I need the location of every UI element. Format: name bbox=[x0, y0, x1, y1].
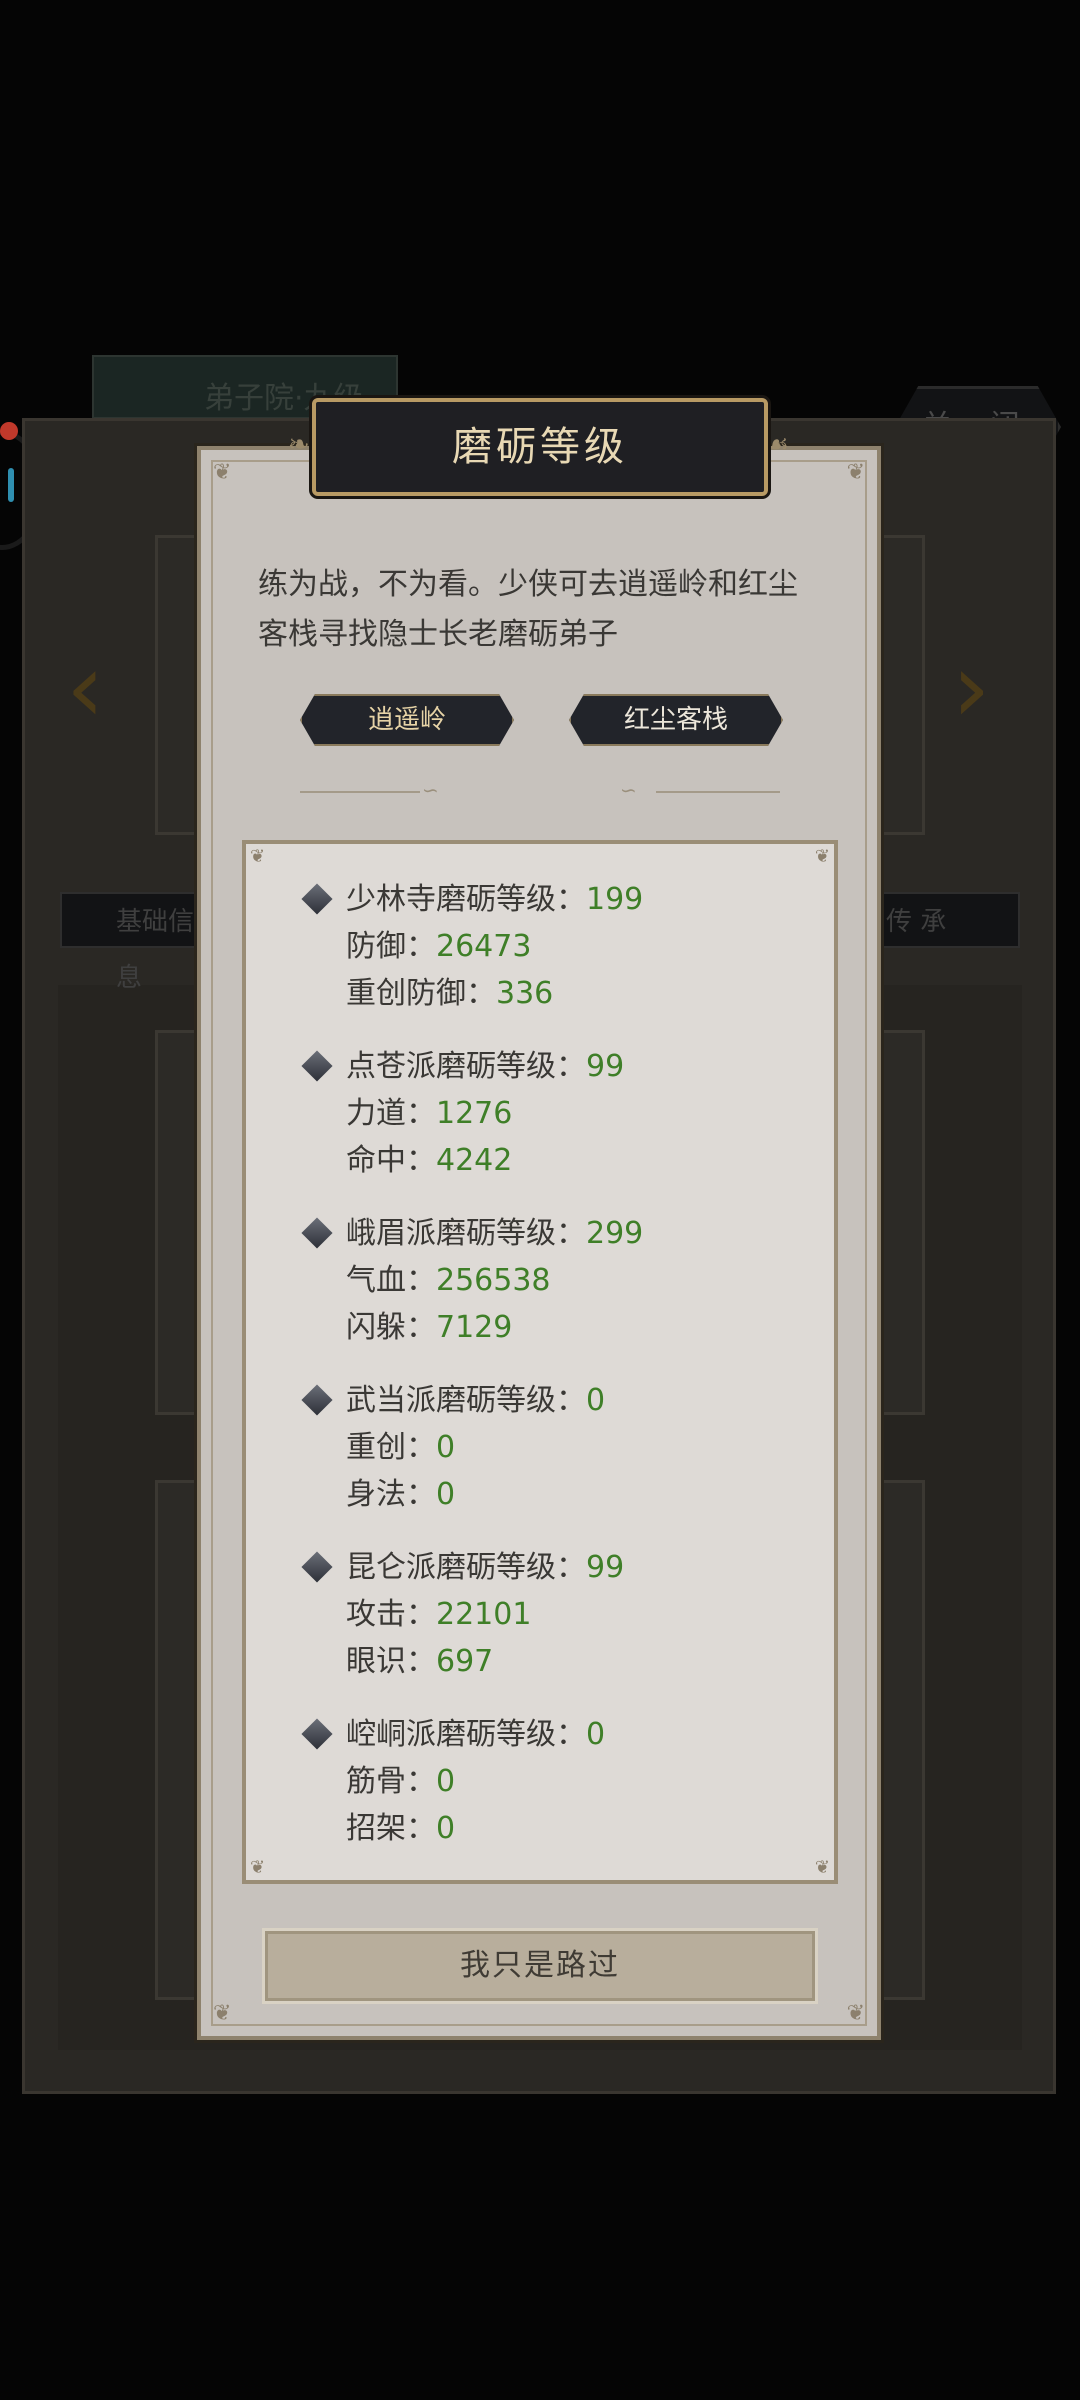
stat-value: 0 bbox=[436, 1811, 456, 1846]
stat-label: 重创： bbox=[346, 1430, 436, 1465]
stat-label: 气血： bbox=[346, 1263, 436, 1298]
notification-dot bbox=[0, 422, 18, 440]
tab-inheritance[interactable]: 传 承 bbox=[860, 892, 1020, 948]
just-passing-button[interactable]: 我只是路过 bbox=[262, 1928, 818, 2004]
stat-label: 攻击： bbox=[346, 1597, 436, 1632]
tab-basic-info[interactable]: 基础信息 bbox=[60, 892, 220, 993]
corner-ornament: ❦ bbox=[846, 2001, 865, 2026]
corner-ornament: ❦ bbox=[213, 2001, 232, 2026]
stat-value: 26473 bbox=[436, 929, 532, 964]
list-item-kongtong: 崆峒派磨砺等级：0 筋骨：0 招架：0 bbox=[301, 1711, 606, 1852]
polish-level-list: ❦ ❦ ❦ ❦ 少林寺磨砺等级：199 防御：26473 重创防御：336 点苍… bbox=[242, 840, 838, 1884]
sect-title: 武当派磨砺等级： bbox=[346, 1383, 586, 1418]
stat-label: 防御： bbox=[346, 929, 436, 964]
sect-title: 少林寺磨砺等级： bbox=[346, 882, 586, 917]
stat-label: 筋骨： bbox=[346, 1764, 436, 1799]
sect-level: 199 bbox=[586, 882, 644, 917]
diamond-bullet-icon bbox=[301, 1217, 333, 1249]
list-item-diancang: 点苍派磨砺等级：99 力道：1276 命中：4242 bbox=[301, 1043, 625, 1184]
list-item-kunlun: 昆仑派磨砺等级：99 攻击：22101 眼识：697 bbox=[301, 1544, 625, 1685]
list-item-wudang: 武当派磨砺等级：0 重创：0 身法：0 bbox=[301, 1377, 606, 1518]
stat-value: 336 bbox=[496, 976, 554, 1011]
corner-ornament: ❦ bbox=[814, 846, 830, 867]
stat-value: 697 bbox=[436, 1644, 494, 1679]
divider-left bbox=[300, 791, 420, 793]
sect-level: 299 bbox=[586, 1216, 644, 1251]
diamond-bullet-icon bbox=[301, 1050, 333, 1082]
sect-title: 崆峒派磨砺等级： bbox=[346, 1717, 586, 1752]
status-indicator-mark bbox=[8, 468, 14, 502]
stat-value: 4242 bbox=[436, 1143, 513, 1178]
corner-ornament: ❦ bbox=[250, 846, 266, 867]
sect-level: 0 bbox=[586, 1383, 606, 1418]
sect-title: 昆仑派磨砺等级： bbox=[346, 1550, 586, 1585]
sect-title: 峨眉派磨砺等级： bbox=[346, 1216, 586, 1251]
list-item-emei: 峨眉派磨砺等级：299 气血：256538 闪躲：7129 bbox=[301, 1210, 644, 1351]
diamond-bullet-icon bbox=[301, 883, 333, 915]
divider-ornament: ∽ bbox=[620, 778, 637, 802]
stat-label: 眼识： bbox=[346, 1644, 436, 1679]
stat-value: 0 bbox=[436, 1764, 456, 1799]
chevron-left-icon[interactable]: ‹ bbox=[66, 640, 104, 736]
list-item-shaolin: 少林寺磨砺等级：199 防御：26473 重创防御：336 bbox=[301, 876, 644, 1017]
stat-value: 1276 bbox=[436, 1096, 513, 1131]
sect-level: 0 bbox=[586, 1717, 606, 1752]
diamond-bullet-icon bbox=[301, 1551, 333, 1583]
stat-value: 7129 bbox=[436, 1310, 513, 1345]
stat-label: 身法： bbox=[346, 1477, 436, 1512]
stat-value: 22101 bbox=[436, 1597, 532, 1632]
stat-label: 力道： bbox=[346, 1096, 436, 1131]
chevron-right-icon[interactable]: › bbox=[952, 640, 990, 736]
corner-ornament: ❦ bbox=[814, 1857, 830, 1878]
sect-title: 点苍派磨砺等级： bbox=[346, 1049, 586, 1084]
stat-label: 重创防御： bbox=[346, 976, 496, 1011]
title-ornament-left: ❧ bbox=[288, 430, 310, 460]
title-ornament-right: ☙ bbox=[766, 430, 790, 460]
location-button-xiaoyaoling[interactable]: 逍遥岭 bbox=[300, 694, 514, 746]
stat-value: 256538 bbox=[436, 1263, 551, 1298]
diamond-bullet-icon bbox=[301, 1718, 333, 1750]
divider-right bbox=[656, 791, 780, 793]
stat-value: 0 bbox=[436, 1430, 456, 1465]
stat-label: 命中： bbox=[346, 1143, 436, 1178]
stat-value: 0 bbox=[436, 1477, 456, 1512]
sect-level: 99 bbox=[586, 1550, 625, 1585]
corner-ornament: ❦ bbox=[250, 1857, 266, 1878]
stat-label: 闪躲： bbox=[346, 1310, 436, 1345]
corner-ornament: ❦ bbox=[213, 460, 232, 485]
divider-ornament: ∽ bbox=[422, 778, 439, 802]
stat-label: 招架： bbox=[346, 1811, 436, 1846]
location-button-hongchen-inn[interactable]: 红尘客栈 bbox=[569, 694, 783, 746]
dialog-description: 练为战，不为看。少侠可去逍遥岭和红尘客栈寻找隐士长老磨砺弟子 bbox=[258, 567, 798, 652]
corner-ornament: ❦ bbox=[846, 460, 865, 485]
diamond-bullet-icon bbox=[301, 1384, 333, 1416]
sect-level: 99 bbox=[586, 1049, 625, 1084]
dialog-title: 磨砺等级 bbox=[312, 398, 768, 496]
